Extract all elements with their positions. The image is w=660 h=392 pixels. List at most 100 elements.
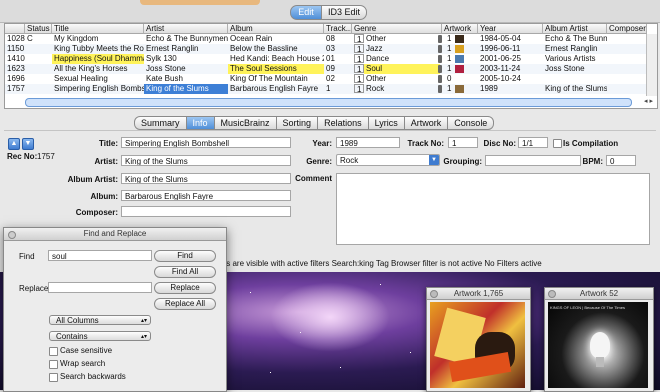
artist-cell[interactable]: Sylk 130	[144, 54, 228, 64]
tab-relations[interactable]: Relations	[317, 116, 369, 130]
genre-spinner-icon[interactable]	[438, 35, 442, 43]
title-cell[interactable]: Sexual Healing	[52, 74, 144, 84]
genre-spinner-icon[interactable]	[438, 65, 442, 73]
disc-cell[interactable]: 1	[354, 34, 364, 43]
column-header-rec[interactable]	[5, 24, 25, 34]
genre-dropdown[interactable]: Rock ▼	[336, 154, 440, 166]
track-cell[interactable]: 09	[324, 64, 352, 74]
id3-edit-mode-button[interactable]: ID3 Edit	[321, 5, 367, 20]
album-artist-cell[interactable]: Echo & The Bunny	[543, 34, 607, 44]
track-cell[interactable]: 01	[324, 54, 352, 64]
disc-cell[interactable]: 1	[354, 64, 364, 73]
replace-all-button[interactable]: Replace All	[154, 298, 216, 310]
title-cell-match[interactable]: Happiness (Soul Dhamma )	[52, 54, 144, 64]
column-header-status[interactable]: Status	[25, 24, 52, 34]
column-header-album[interactable]: Album	[228, 24, 324, 34]
genre-cell[interactable]: Other	[364, 74, 440, 84]
vertical-scrollbar[interactable]	[646, 34, 657, 96]
album-cell[interactable]: Ocean Rain	[228, 34, 324, 44]
year-cell[interactable]: 1984-05-04	[478, 34, 543, 44]
track-no-field[interactable]: 1	[448, 137, 478, 148]
search-backwards-checkbox[interactable]	[49, 373, 58, 382]
year-cell[interactable]: 2003-11-24	[478, 64, 543, 74]
columns-select[interactable]: All Columns ▴▾	[49, 315, 151, 325]
album-cell[interactable]: Barbarous English Fayre	[228, 84, 324, 94]
find-all-button[interactable]: Find All	[154, 266, 216, 278]
disc-no-field[interactable]: 1/1	[518, 137, 548, 148]
artist-field[interactable]: King of the Slums	[121, 155, 291, 166]
track-cell[interactable]: 08	[324, 34, 352, 44]
table-row[interactable]: 1028 C My Kingdom Echo & The Bunnymen Oc…	[5, 34, 646, 44]
tab-lyrics[interactable]: Lyrics	[367, 116, 405, 130]
tab-sorting[interactable]: Sorting	[275, 116, 319, 130]
column-header-composer[interactable]: Composer	[607, 24, 647, 34]
column-header-genre[interactable]: Genre	[352, 24, 442, 34]
tab-summary[interactable]: Summary	[134, 116, 187, 130]
disc-cell[interactable]: 1	[354, 74, 364, 83]
genre-cell[interactable]: Jazz	[364, 44, 440, 54]
wrap-search-checkbox[interactable]	[49, 360, 58, 369]
artist-cell-selected[interactable]: King of the Slums	[144, 84, 228, 94]
album-artist-cell[interactable]	[543, 74, 607, 84]
track-table[interactable]: Status Title Artist Album Track... Genre…	[4, 23, 658, 109]
album-cell[interactable]: King Of The Mountain	[228, 74, 324, 84]
column-header-artist[interactable]: Artist	[144, 24, 228, 34]
year-cell[interactable]: 1989	[478, 84, 543, 94]
artwork-window-2-titlebar[interactable]: Artwork 52	[545, 288, 653, 300]
grouping-field[interactable]	[485, 155, 581, 166]
genre-spinner-icon[interactable]	[438, 45, 442, 53]
horizontal-scrollbar[interactable]	[25, 98, 632, 107]
title-field[interactable]: Simpering English Bombshell	[121, 137, 291, 148]
table-row[interactable]: 1410 Happiness (Soul Dhamma ) Sylk 130 H…	[5, 54, 646, 64]
previous-record-icon[interactable]: ▲	[8, 138, 20, 150]
compilation-checkbox[interactable]	[553, 139, 562, 148]
disc-cell[interactable]: 1	[354, 84, 364, 93]
replace-button[interactable]: Replace	[154, 282, 216, 294]
year-field[interactable]: 1989	[336, 137, 400, 148]
edit-mode-button[interactable]: Edit	[290, 5, 322, 20]
composer-field[interactable]	[121, 206, 291, 217]
table-row-selected[interactable]: 1757 Simpering English Bombsh King of th…	[5, 84, 646, 94]
genre-cell[interactable]: Other	[364, 34, 440, 44]
album-artist-cell[interactable]: Joss Stone	[543, 64, 607, 74]
table-row[interactable]: 1696 Sexual Healing Kate Bush King Of Th…	[5, 74, 646, 84]
close-icon[interactable]	[548, 290, 556, 298]
album-field[interactable]: Barbarous English Fayre	[121, 190, 291, 201]
tab-console[interactable]: Console	[447, 116, 495, 130]
bpm-field[interactable]: 0	[606, 155, 636, 166]
year-cell[interactable]: 2001-06-25	[478, 54, 543, 64]
column-header-year[interactable]: Year	[478, 24, 543, 34]
album-artist-cell[interactable]: Various Artists	[543, 54, 607, 64]
tab-musicbrainz[interactable]: MusicBrainz	[213, 116, 277, 130]
genre-cell[interactable]: Dance	[364, 54, 440, 64]
year-cell[interactable]: 2005-10-24	[478, 74, 543, 84]
genre-spinner-icon[interactable]	[438, 75, 442, 83]
title-cell[interactable]: King Tubby Meets the Rock	[52, 44, 144, 54]
column-header-album-artist[interactable]: Album Artist	[543, 24, 607, 34]
table-row[interactable]: 1150 King Tubby Meets the Rock Ernest Ra…	[5, 44, 646, 54]
replace-input[interactable]	[48, 282, 152, 293]
year-cell[interactable]: 1996-06-11	[478, 44, 543, 54]
album-artist-field[interactable]: King of the Slums	[121, 173, 291, 184]
artist-cell[interactable]: Kate Bush	[144, 74, 228, 84]
disc-cell[interactable]: 1	[354, 54, 364, 63]
artwork-window-2[interactable]: Artwork 52 KINGS OF LEON | Because Of Th…	[544, 287, 654, 392]
tab-info[interactable]: Info	[185, 116, 215, 130]
album-cell-match[interactable]: The Soul Sessions	[228, 64, 324, 74]
genre-spinner-icon[interactable]	[438, 55, 442, 63]
find-replace-titlebar[interactable]: Find and Replace	[4, 228, 226, 241]
genre-spinner-icon[interactable]	[438, 85, 442, 93]
title-cell[interactable]: Simpering English Bombsh	[52, 84, 144, 94]
disc-cell[interactable]: 1	[354, 44, 364, 53]
track-cell[interactable]: 02	[324, 74, 352, 84]
artist-cell[interactable]: Echo & The Bunnymen	[144, 34, 228, 44]
track-cell[interactable]: 1	[324, 84, 352, 94]
column-header-title[interactable]: Title	[52, 24, 144, 34]
album-artist-cell[interactable]: Ernest Ranglin	[543, 44, 607, 54]
album-cell[interactable]: Hed Kandi: Beach House 2 (I	[228, 54, 324, 64]
comment-field[interactable]	[336, 173, 650, 245]
find-input[interactable]: soul	[48, 250, 152, 261]
genre-cell[interactable]: Rock	[364, 84, 440, 94]
close-icon[interactable]	[8, 231, 16, 239]
track-cell[interactable]: 03	[324, 44, 352, 54]
